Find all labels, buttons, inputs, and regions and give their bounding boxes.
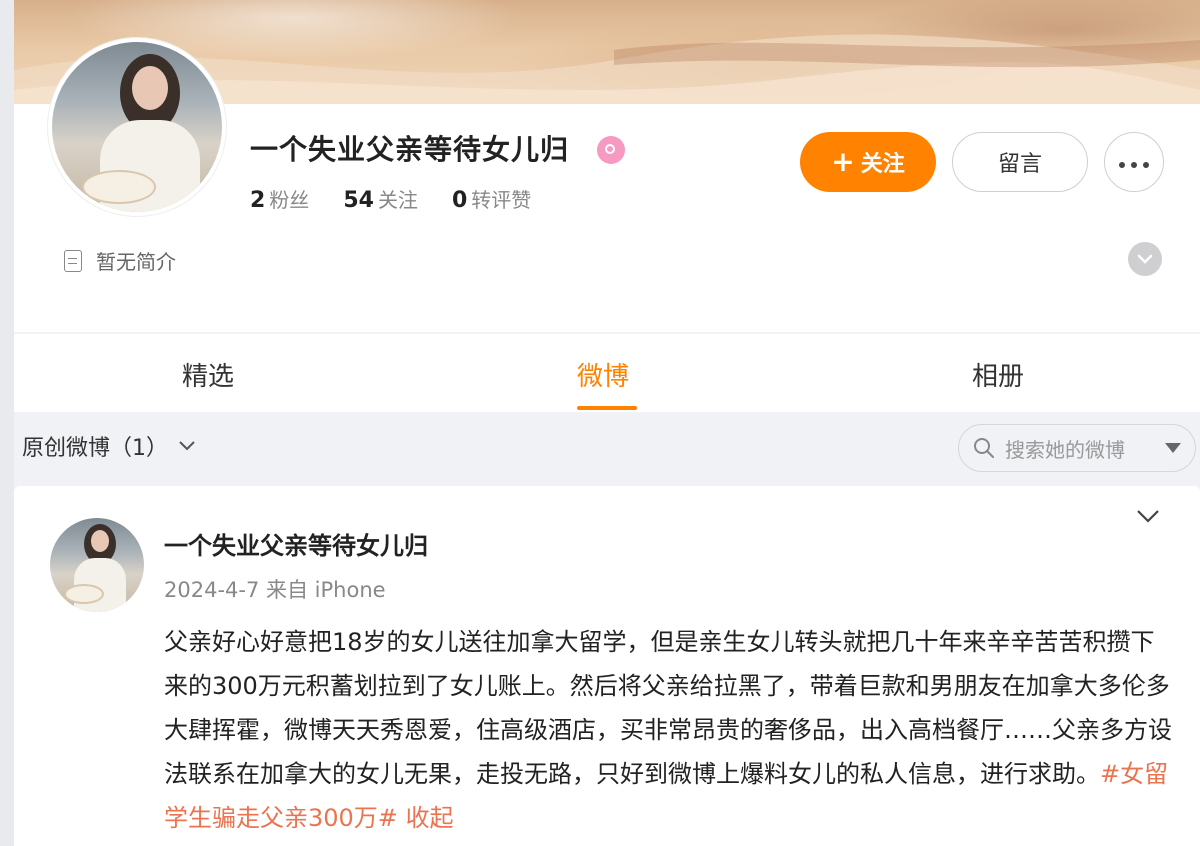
expand-chevron-icon[interactable]: [1128, 242, 1162, 276]
message-label: 留言: [997, 152, 1042, 177]
tab-album[interactable]: 相册: [972, 356, 1024, 393]
follow-button[interactable]: + 关注: [800, 132, 936, 192]
stat-value: 0: [451, 188, 468, 213]
more-options-button[interactable]: [1104, 132, 1164, 192]
stat-label: 粉丝: [269, 188, 310, 212]
stat-likes[interactable]: 0 转评赞: [452, 184, 531, 213]
avatar[interactable]: [48, 38, 226, 216]
message-button[interactable]: 留言: [952, 132, 1088, 192]
post-avatar[interactable]: [50, 518, 144, 612]
stat-value: 2: [250, 188, 266, 213]
filter-label: 原创微博（1）: [22, 436, 168, 461]
profile-card: 一个失业父亲等待女儿归 2 粉丝 54 关注 0 转评赞 + 关注 留言 暂无简介: [14, 0, 1200, 332]
bio-text: 暂无简介: [96, 250, 176, 274]
search-input[interactable]: 搜索她的微博: [958, 424, 1196, 472]
avatar-photo: [50, 518, 144, 612]
chevron-down-icon: [179, 441, 195, 451]
profile-name: 一个失业父亲等待女儿归: [250, 133, 570, 166]
tab-featured[interactable]: 精选: [182, 356, 234, 393]
post-card: 一个失业父亲等待女儿归 2024-4-7 来自 iPhone 父亲好心好意把18…: [14, 486, 1200, 846]
active-tab-indicator: [577, 406, 637, 410]
post-author[interactable]: 一个失业父亲等待女儿归: [164, 526, 428, 561]
tab-weibo[interactable]: 微博: [577, 356, 629, 393]
stat-label: 转评赞: [471, 188, 532, 212]
stat-label: 关注: [377, 188, 418, 212]
bio-row: 暂无简介: [64, 246, 176, 275]
plus-icon: +: [831, 145, 855, 178]
post-body: 父亲好心好意把18岁的女儿送往加拿大留学，但是亲生女儿转头就把几十年来辛辛苦苦积…: [164, 620, 1174, 840]
stat-fans[interactable]: 2 粉丝: [250, 184, 309, 213]
collapse-link[interactable]: 收起: [406, 804, 454, 832]
verified-badge-icon[interactable]: [597, 136, 625, 164]
search-placeholder: 搜索她的微博: [1005, 437, 1125, 462]
stat-following[interactable]: 54 关注: [343, 184, 418, 213]
follow-label: 关注: [860, 152, 905, 177]
profile-stats: 2 粉丝 54 关注 0 转评赞: [250, 184, 531, 213]
more-dots-icon: [1116, 153, 1152, 172]
post-text: 父亲好心好意把18岁的女儿送往加拿大留学，但是亲生女儿转头就把几十年来辛辛苦苦积…: [164, 628, 1172, 788]
caret-down-icon[interactable]: [1165, 443, 1181, 453]
profile-tabs: 精选 微博 相册: [14, 334, 1200, 412]
post-meta: 2024-4-7 来自 iPhone: [164, 578, 386, 602]
document-icon: [64, 249, 82, 272]
page-gutter: [0, 0, 14, 846]
post-menu-chevron-icon[interactable]: [1136, 508, 1160, 527]
avatar-photo: [52, 42, 222, 212]
stat-value: 54: [343, 188, 374, 213]
post-filter-dropdown[interactable]: 原创微博（1）: [22, 430, 196, 462]
search-icon: [973, 437, 995, 459]
